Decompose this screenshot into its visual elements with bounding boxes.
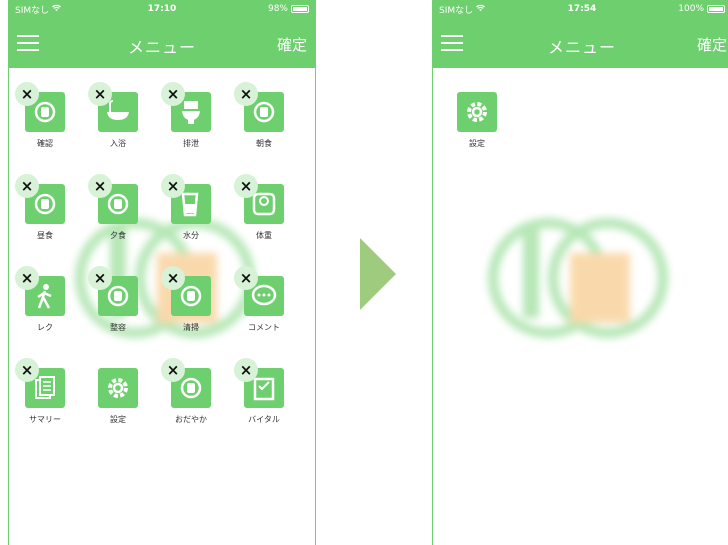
tile-label: 排泄 — [183, 139, 199, 148]
delete-badge-icon[interactable]: × — [234, 266, 258, 290]
carrier: SIMなし — [439, 3, 486, 16]
tile-label: 設定 — [110, 415, 126, 424]
tile-label: 昼食 — [37, 231, 53, 240]
tile-icon-box: × — [15, 174, 65, 224]
tile-label: レク — [37, 323, 53, 332]
menu-tile-speech-bubble[interactable]: × コメント — [234, 266, 294, 333]
delete-badge-icon[interactable]: × — [234, 358, 258, 382]
menu-tile-gear[interactable]: 設定 — [447, 92, 507, 149]
tile-icon-box — [98, 368, 138, 408]
app-logo-watermark-icon — [488, 218, 668, 338]
menu-tile-nurse-cap[interactable]: × 確認 — [15, 82, 75, 149]
tile-icon-box — [457, 92, 497, 132]
menu-grid: × 確認 × 入浴 × 排泄 × 朝食 × 昼食 × 夕食 × 水分 × 体重 × レク × 整容 × 清掃 × コメント × サ… — [9, 68, 315, 545]
menu-tile-gear[interactable]: 設定 — [88, 368, 148, 425]
carrier: SIMなし — [15, 3, 62, 16]
tile-icon-box: × — [234, 82, 284, 132]
tile-icon-box: × — [88, 174, 138, 224]
delete-badge-icon[interactable]: × — [161, 174, 185, 198]
tile-icon-box: × — [161, 358, 211, 408]
delete-badge-icon[interactable]: × — [161, 266, 185, 290]
status-bar: SIMなし 17:54 100% — [433, 0, 728, 18]
carrier-label: SIMなし — [15, 5, 50, 16]
tile-label: 設定 — [469, 139, 485, 148]
menu-tile-calm[interactable]: × おだやか — [161, 358, 221, 425]
nav-bar: メニュー 確定 — [433, 18, 728, 68]
tile-icon-box: × — [234, 174, 284, 224]
nav-title: メニュー — [547, 38, 616, 57]
wifi-icon — [476, 4, 486, 15]
menu-tile-cleaning[interactable]: × 清掃 — [161, 266, 221, 333]
menu-tile-scale[interactable]: × 体重 — [234, 174, 294, 241]
battery-fill — [709, 7, 723, 11]
battery-percent: 100% — [678, 4, 704, 14]
tile-label: 入浴 — [110, 139, 126, 148]
status-time: 17:54 — [567, 4, 597, 14]
phone-screen-before: SIMなし 17:10 98% メニュー 確定 × 確認 × 入浴 × 排泄 × 朝食 × 昼食 ×… — [8, 0, 316, 545]
tile-label: 確認 — [37, 139, 53, 148]
tile-icon-box: × — [161, 266, 211, 316]
battery-icon — [291, 5, 309, 13]
confirm-button[interactable]: 確定 — [277, 34, 307, 55]
menu-tile-toilet[interactable]: × 排泄 — [161, 82, 221, 149]
status-time: 17:10 — [147, 4, 177, 14]
wifi-icon — [52, 4, 62, 15]
menu-tile-clipboard[interactable]: × バイタル — [234, 358, 294, 425]
carrier-label: SIMなし — [439, 5, 474, 16]
tile-label: 清掃 — [183, 323, 199, 332]
gear-icon — [108, 378, 128, 398]
delete-badge-icon[interactable]: × — [88, 266, 112, 290]
tile-label: 夕食 — [110, 231, 126, 240]
menu-tile-walking-person[interactable]: × レク — [15, 266, 75, 333]
tile-label: 体重 — [256, 231, 272, 240]
delete-badge-icon[interactable]: × — [15, 174, 39, 198]
delete-badge-icon[interactable]: × — [15, 82, 39, 106]
status-bar: SIMなし 17:10 98% — [9, 0, 315, 18]
battery-fill — [293, 7, 307, 11]
delete-badge-icon[interactable]: × — [234, 82, 258, 106]
menu-tile-grooming[interactable]: × 整容 — [88, 266, 148, 333]
tile-icon-box: × — [15, 358, 65, 408]
delete-badge-icon[interactable]: × — [88, 174, 112, 198]
tile-label: バイタル — [248, 415, 280, 424]
battery: 98% — [268, 4, 309, 14]
menu-tile-dinner[interactable]: × 夕食 — [88, 174, 148, 241]
delete-badge-icon[interactable]: × — [161, 82, 185, 106]
nav-title: メニュー — [127, 38, 196, 57]
confirm-button[interactable]: 確定 — [697, 34, 727, 55]
battery-percent: 98% — [267, 4, 288, 14]
tile-label: おだやか — [175, 415, 207, 424]
transition-arrow-icon — [360, 238, 396, 310]
menu-tile-lunch[interactable]: × 昼食 — [15, 174, 75, 241]
gear-icon — [467, 102, 487, 122]
delete-badge-icon[interactable]: × — [234, 174, 258, 198]
tile-icon-box: × — [161, 82, 211, 132]
tile-icon-box: × — [234, 358, 284, 408]
tile-icon-box: × — [161, 174, 211, 224]
tile-label: コメント — [248, 323, 280, 332]
nav-bar: メニュー 確定 — [9, 18, 315, 68]
menu-tile-water-glass[interactable]: × 水分 — [161, 174, 221, 241]
tile-icon-box: × — [234, 266, 284, 316]
phone-screen-after: SIMなし 17:54 100% メニュー 確定 設定 — [432, 0, 728, 545]
delete-badge-icon[interactable]: × — [15, 266, 39, 290]
delete-badge-icon[interactable]: × — [88, 82, 112, 106]
menu-tile-bathtub[interactable]: × 入浴 — [88, 82, 148, 149]
menu-tile-breakfast[interactable]: × 朝食 — [234, 82, 294, 149]
battery-icon — [707, 5, 725, 13]
tile-label: 朝食 — [256, 139, 272, 148]
tile-label: 整容 — [110, 323, 126, 332]
battery: 100% — [678, 4, 725, 14]
tile-icon-box: × — [15, 82, 65, 132]
delete-badge-icon[interactable]: × — [15, 358, 39, 382]
tile-icon-box: × — [88, 266, 138, 316]
tile-label: 水分 — [183, 231, 199, 240]
delete-badge-icon[interactable]: × — [161, 358, 185, 382]
menu-grid: 設定 — [433, 68, 728, 545]
menu-tile-documents[interactable]: × サマリー — [15, 358, 75, 425]
tile-icon-box: × — [15, 266, 65, 316]
tile-icon-box: × — [88, 82, 138, 132]
tile-label: サマリー — [29, 415, 61, 424]
